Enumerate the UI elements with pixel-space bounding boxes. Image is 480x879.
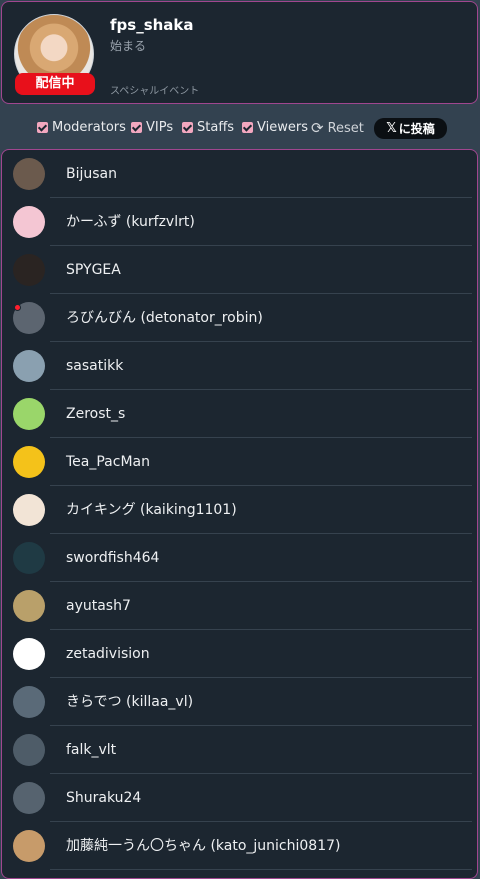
user-avatar (13, 590, 45, 622)
reset-button[interactable]: ⟳ Reset (311, 119, 364, 137)
user-name: カイキング (kaiking1101) (66, 502, 237, 518)
user-list-item[interactable]: Bijusan (2, 150, 472, 198)
checkbox-checked-icon[interactable] (37, 122, 48, 133)
user-avatar (13, 638, 45, 670)
user-avatar (13, 206, 45, 238)
user-avatar (13, 494, 45, 526)
filter-label: Staffs (197, 120, 235, 135)
user-avatar (13, 686, 45, 718)
user-name: Tea_PacMan (66, 454, 150, 470)
filter-moderators[interactable]: Moderators (37, 120, 126, 135)
stream-category: スペシャルイベント (110, 86, 200, 97)
filter-label: VIPs (146, 120, 174, 135)
user-list-item[interactable]: カイキング (kaiking1101) (2, 486, 472, 534)
checkbox-checked-icon[interactable] (131, 122, 142, 133)
checkbox-checked-icon[interactable] (242, 122, 253, 133)
user-name: Zerost_s (66, 406, 126, 422)
user-avatar (13, 782, 45, 814)
filter-bar: Moderators VIPs Staffs Viewers ⟳ Reset 𝕏… (0, 114, 480, 142)
user-name: falk_vlt (66, 742, 117, 758)
user-list-item[interactable]: swordfish464 (2, 534, 472, 582)
checkbox-checked-icon[interactable] (182, 122, 193, 133)
user-list-item[interactable]: sasatikk (2, 342, 472, 390)
user-name: 加藤純一うん〇ちゃん (kato_junichi0817) (66, 838, 341, 854)
user-avatar (13, 398, 45, 430)
filter-staffs[interactable]: Staffs (182, 120, 234, 135)
user-avatar (13, 734, 45, 766)
user-list-item[interactable]: SPYGEA (2, 246, 472, 294)
channel-avatar[interactable]: 配信中 (14, 14, 95, 95)
user-list-item[interactable]: かーふず (kurfzvlrt) (2, 198, 472, 246)
filter-vips[interactable]: VIPs (131, 120, 173, 135)
user-list-item[interactable]: zetadivision (2, 630, 472, 678)
post-to-x-button[interactable]: 𝕏 に投稿 (374, 118, 447, 139)
row-divider (50, 869, 472, 870)
reset-label: Reset (327, 120, 364, 136)
user-avatar (13, 446, 45, 478)
user-list-item[interactable]: ろびんびん (detonator_robin) (2, 294, 472, 342)
user-avatar (13, 158, 45, 190)
filter-label: Moderators (52, 120, 126, 135)
user-avatar (13, 254, 45, 286)
user-name: ayutash7 (66, 598, 131, 614)
user-name: swordfish464 (66, 550, 160, 566)
user-list-item[interactable]: Tea_PacMan (2, 438, 472, 486)
user-name: Shuraku24 (66, 790, 142, 806)
stream-title: 始まる (110, 39, 147, 53)
channel-name[interactable]: fps_shaka (110, 16, 194, 34)
user-avatar (13, 830, 45, 862)
channel-header-card: 配信中 fps_shaka 始まる スペシャルイベント (1, 1, 478, 104)
live-indicator-dot (14, 304, 21, 311)
user-name: ろびんびん (detonator_robin) (66, 310, 263, 326)
user-avatar (13, 350, 45, 382)
user-name: きらでつ (killaa_vl) (66, 694, 194, 710)
user-name: かーふず (kurfzvlrt) (66, 214, 195, 230)
user-list: Bijusan かーふず (kurfzvlrt) SPYGEA ろびんびん (deto… (1, 149, 478, 879)
user-list-item[interactable]: Shuraku24 (2, 774, 472, 822)
user-list-item[interactable]: falk_vlt (2, 726, 472, 774)
post-label: に投稿 (398, 122, 435, 136)
filter-viewers[interactable]: Viewers (242, 120, 308, 135)
filter-label: Viewers (257, 120, 308, 135)
user-name: sasatikk (66, 358, 124, 374)
user-list-item[interactable]: Zerost_s (2, 390, 472, 438)
refresh-icon: ⟳ (311, 119, 324, 137)
user-avatar (13, 542, 45, 574)
x-logo-icon: 𝕏 (386, 121, 397, 136)
user-list-item[interactable]: 加藤純一うん〇ちゃん (kato_junichi0817) (2, 822, 472, 870)
user-list-item[interactable]: きらでつ (killaa_vl) (2, 678, 472, 726)
user-name: Bijusan (66, 166, 118, 182)
live-status-badge: 配信中 (15, 73, 95, 95)
user-name: SPYGEA (66, 262, 121, 278)
user-name: zetadivision (66, 646, 150, 662)
user-list-item[interactable]: ayutash7 (2, 582, 472, 630)
